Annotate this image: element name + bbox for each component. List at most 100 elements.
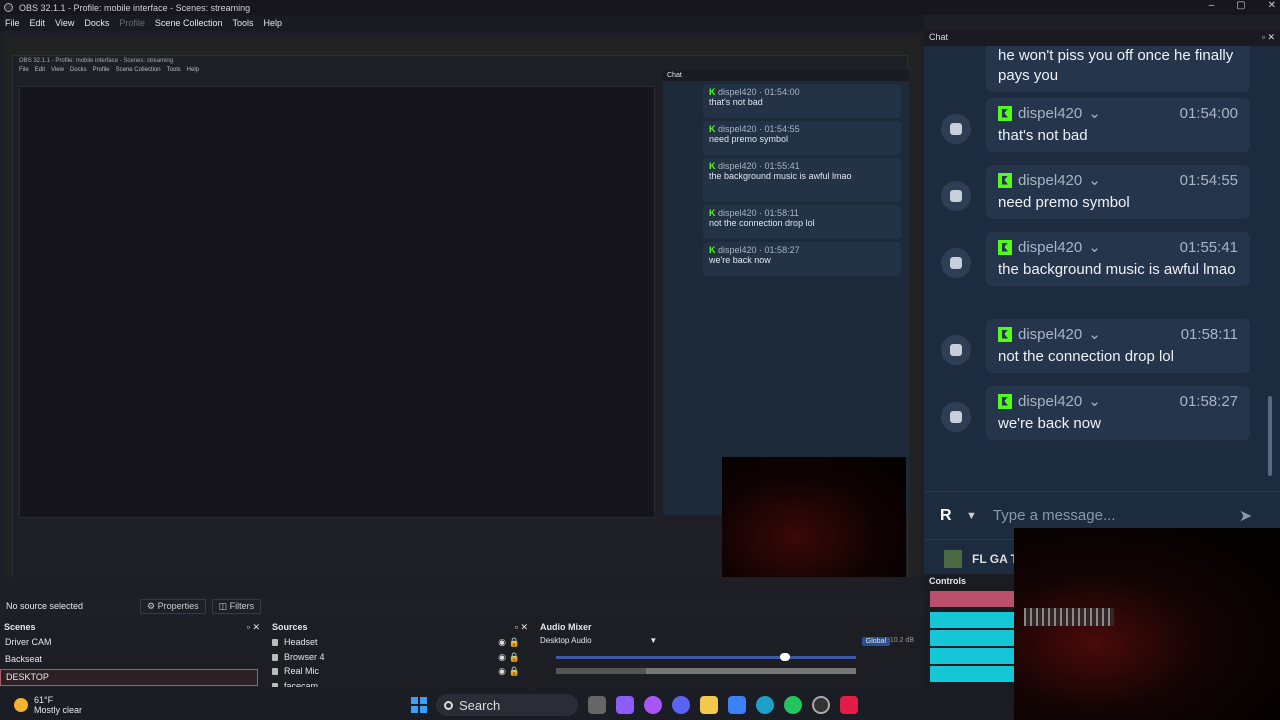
preview-canvas[interactable]: OBS 32.1.1 - Profile: mobile interface -… <box>4 35 920 577</box>
volume-db: -10.2 dB <box>887 637 914 644</box>
menu-tools[interactable]: Tools <box>227 15 258 31</box>
user-avatar-icon[interactable] <box>941 335 971 365</box>
scene-item-active[interactable]: DESKTOP <box>0 669 258 686</box>
kick-logo-icon <box>998 239 1012 255</box>
scene-item[interactable]: Driver CAM <box>0 635 264 652</box>
chat-text: we're back now <box>998 415 1101 432</box>
nested-chat-message: K dispel420 · 01:54:55 need premo symbol <box>703 121 901 155</box>
source-item[interactable]: Browser 4 ◉ 🔒 <box>268 650 532 665</box>
eye-icon[interactable]: ◉ <box>498 637 506 648</box>
maximize-button[interactable]: ▢ <box>1236 0 1245 11</box>
app-icon[interactable] <box>616 696 634 714</box>
weather-temp: 61°F <box>34 695 54 705</box>
scenes-title: Scenes <box>4 622 36 632</box>
menu-bar: File Edit View Docks Profile Scene Colle… <box>0 15 924 31</box>
lock-icon[interactable]: 🔒 <box>509 652 520 663</box>
source-item[interactable]: Real Mic ◉ 🔒 <box>268 664 532 679</box>
chat-username[interactable]: dispel420 <box>1018 172 1082 189</box>
settings-button[interactable] <box>930 666 1016 682</box>
scene-item[interactable]: Backseat <box>0 652 264 669</box>
chat-message-list[interactable]: he won't piss you off once he finally pa… <box>924 46 1280 491</box>
user-avatar-icon[interactable] <box>941 114 971 144</box>
chat-message: dispel420 ⌄ 01:58:27 we're back now <box>986 386 1250 440</box>
filters-button[interactable]: ◫ Filters <box>211 598 262 614</box>
obs-logo-icon <box>4 3 13 12</box>
source-item[interactable]: facecam <box>268 679 532 687</box>
chevron-down-icon[interactable]: ⌄ <box>1088 325 1101 343</box>
dock-controls-icon[interactable]: ▫ ✕ <box>247 622 260 633</box>
chat-username[interactable]: dispel420 <box>1018 105 1082 122</box>
user-avatar-icon[interactable] <box>941 181 971 211</box>
app-icon[interactable] <box>644 696 662 714</box>
menu-docks[interactable]: Docks <box>79 15 114 31</box>
chat-username[interactable]: dispel420 <box>1018 239 1082 256</box>
chevron-down-icon[interactable]: ⌄ <box>1088 238 1101 256</box>
eye-icon[interactable]: ◉ <box>498 666 506 677</box>
taskbar-apps <box>588 696 858 714</box>
menu-file[interactable]: File <box>0 15 25 31</box>
discord-icon[interactable] <box>672 696 690 714</box>
menu-scene-collection[interactable]: Scene Collection <box>150 15 228 31</box>
app-icon[interactable] <box>840 696 858 714</box>
sources-title: Sources <box>272 622 308 632</box>
chat-message: dispel420 ⌄ 01:58:11 not the connection dr… <box>986 319 1250 373</box>
user-avatar-icon[interactable] <box>941 402 971 432</box>
volume-slider-handle[interactable] <box>780 653 790 661</box>
edge-icon[interactable] <box>756 696 774 714</box>
camera-icon <box>272 682 278 687</box>
lock-icon[interactable]: 🔒 <box>509 666 520 677</box>
chat-message: dispel420 ⌄ 01:54:55 need premo symbol <box>986 165 1250 219</box>
weather-widget[interactable]: 61°F Mostly clear <box>14 695 82 715</box>
send-icon[interactable]: ➤ <box>1239 506 1252 526</box>
chat-message: he won't piss you off once he finally pa… <box>986 46 1250 92</box>
photos-icon[interactable] <box>728 696 746 714</box>
lock-icon[interactable]: 🔒 <box>509 637 520 648</box>
channel-name[interactable]: FL GA T <box>972 552 1018 566</box>
start-icon[interactable] <box>411 697 427 713</box>
menu-edit[interactable]: Edit <box>25 15 51 31</box>
chat-scrollbar[interactable] <box>1268 396 1272 476</box>
no-source-label: No source selected <box>6 601 84 611</box>
nested-chat-message: K dispel420 · 01:58:11 not the connection… <box>703 205 901 239</box>
nested-title: OBS 32.1.1 - Profile: mobile interface -… <box>19 58 174 64</box>
chat-message-input[interactable] <box>992 507 1233 524</box>
menu-help[interactable]: Help <box>258 15 287 31</box>
chat-timestamp: 01:58:27 <box>1179 392 1238 410</box>
user-avatar-icon[interactable] <box>941 248 971 278</box>
close-button[interactable]: ✕ <box>1268 0 1276 11</box>
chevron-down-icon[interactable]: ⌄ <box>1088 392 1101 410</box>
chevron-down-icon[interactable]: ⌄ <box>1088 104 1101 122</box>
chat-timestamp: 01:58:11 <box>1180 325 1238 343</box>
chevron-down-icon[interactable]: ▼ <box>966 510 977 522</box>
eye-icon[interactable]: ◉ <box>498 652 506 663</box>
chat-timestamp: 01:54:55 <box>1179 171 1238 189</box>
chat-message: dispel420 ⌄ 01:55:41 the background music … <box>986 232 1250 286</box>
window-titlebar: OBS 32.1.1 - Profile: mobile interface -… <box>0 0 1280 15</box>
properties-button[interactable]: ⚙ Properties <box>140 598 206 614</box>
taskbar-search[interactable]: Search <box>436 694 578 716</box>
chat-username[interactable]: dispel420 <box>1018 326 1082 343</box>
dock-controls-icon[interactable]: ▫ ✕ <box>515 622 528 633</box>
source-item[interactable]: Headset ◉ 🔒 <box>268 635 532 650</box>
record-button[interactable] <box>930 612 1016 628</box>
file-explorer-icon[interactable] <box>700 696 718 714</box>
obs-icon[interactable] <box>812 696 830 714</box>
chevron-down-icon[interactable]: ⌄ <box>1088 171 1101 189</box>
chat-text: that's not bad <box>998 127 1088 144</box>
chat-dock-controls[interactable]: ▫ ✕ <box>1262 32 1275 44</box>
account-icon[interactable]: R <box>940 507 960 525</box>
menu-view[interactable]: View <box>50 15 79 31</box>
volume-slider[interactable] <box>556 656 856 659</box>
chat-username[interactable]: dispel420 <box>1018 393 1082 410</box>
minimize-button[interactable]: – <box>1209 0 1215 11</box>
chat-timestamp: 01:54:00 <box>1179 104 1238 122</box>
nested-chat-message: K dispel420 · 01:54:00 that's not bad <box>703 84 901 118</box>
menu-profile[interactable]: Profile <box>114 15 150 31</box>
chat-text: not the connection drop lol <box>998 348 1174 365</box>
virtual-camera-button[interactable] <box>930 630 1016 646</box>
studio-mode-button[interactable] <box>930 648 1016 664</box>
global-badge[interactable]: Global <box>861 637 890 646</box>
stream-button[interactable] <box>930 591 1016 607</box>
task-view-icon[interactable] <box>588 696 606 714</box>
xbox-icon[interactable] <box>784 696 802 714</box>
